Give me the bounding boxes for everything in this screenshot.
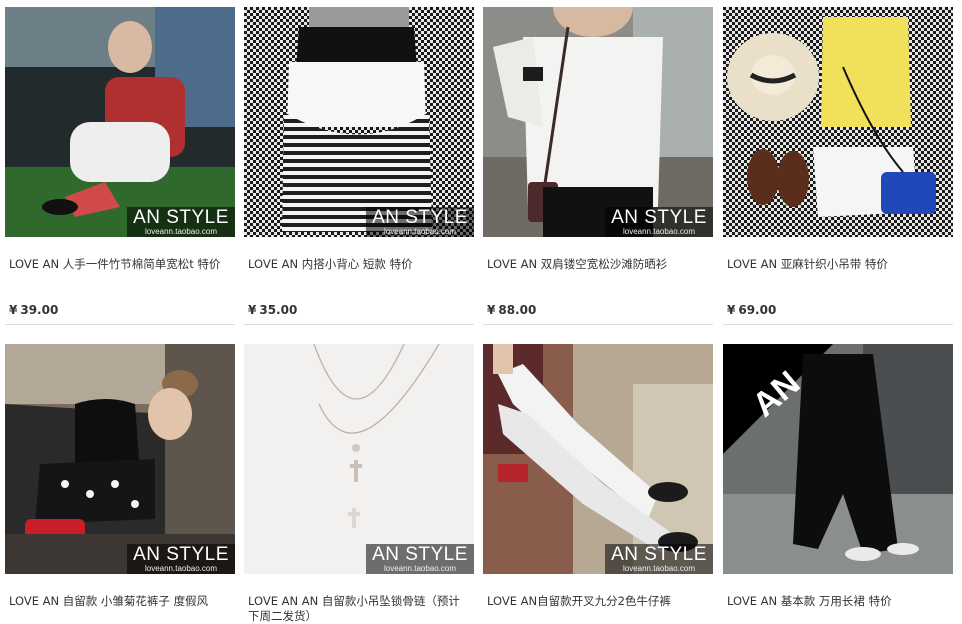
watermark-brand: AN STYLE — [372, 207, 468, 228]
product-title[interactable]: LOVE AN 人手一件竹节棉简单宽松t 特价 — [9, 257, 231, 272]
watermark: AN STYLE loveann.taobao.com — [366, 207, 474, 237]
divider — [5, 324, 235, 325]
product-image[interactable]: AN STYLE loveann.taobao.com — [483, 7, 713, 237]
product-image[interactable] — [723, 7, 953, 237]
product-title[interactable]: LOVE AN 双肩镂空宽松沙滩防晒衫 — [487, 257, 709, 272]
watermark-brand: AN STYLE — [133, 207, 229, 228]
price-value: 69.00 — [738, 303, 777, 317]
watermark: AN STYLE loveann.taobao.com — [127, 207, 235, 237]
product-image[interactable]: AN STYLE loveann.taobao.com — [5, 7, 235, 237]
product-title[interactable]: LOVE AN自留款开叉九分2色牛仔裤 — [487, 594, 709, 609]
price-value: 88.00 — [498, 303, 537, 317]
product-image[interactable]: AN STYLE loveann.taobao.com — [483, 344, 713, 574]
watermark-brand: AN STYLE — [611, 544, 707, 565]
currency-symbol: ¥ — [487, 303, 496, 317]
watermark-site: loveann.taobao.com — [144, 564, 218, 573]
watermark-site: loveann.taobao.com — [383, 227, 457, 236]
product-title[interactable]: LOVE AN 自留款 小雏菊花裤子 度假风 — [9, 594, 231, 609]
product-title[interactable]: LOVE AN 内搭小背心 短款 特价 — [248, 257, 470, 272]
product-price: ¥35.00 — [248, 303, 297, 317]
watermark: AN STYLE loveann.taobao.com — [605, 207, 713, 237]
product-image[interactable]: AN — [723, 344, 953, 574]
product-title[interactable]: LOVE AN AN 自留款小吊坠锁骨链（预计下周二发货） — [248, 594, 470, 624]
product-price: ¥69.00 — [727, 303, 776, 317]
watermark: AN STYLE loveann.taobao.com — [605, 544, 713, 574]
product-image[interactable]: AN STYLE loveann.taobao.com — [244, 344, 474, 574]
watermark-site: loveann.taobao.com — [622, 564, 696, 573]
watermark: AN STYLE loveann.taobao.com — [366, 544, 474, 574]
watermark-site: loveann.taobao.com — [383, 564, 457, 573]
currency-symbol: ¥ — [248, 303, 257, 317]
divider — [244, 324, 474, 325]
watermark: AN STYLE loveann.taobao.com — [127, 544, 235, 574]
divider — [483, 324, 713, 325]
watermark-site: loveann.taobao.com — [622, 227, 696, 236]
watermark-site: loveann.taobao.com — [144, 227, 218, 236]
price-value: 39.00 — [20, 303, 59, 317]
product-image[interactable]: AN STYLE loveann.taobao.com — [5, 344, 235, 574]
price-value: 35.00 — [259, 303, 298, 317]
watermark-brand: AN STYLE — [372, 544, 468, 565]
product-price: ¥39.00 — [9, 303, 58, 317]
watermark-brand: AN STYLE — [133, 544, 229, 565]
product-price: ¥88.00 — [487, 303, 536, 317]
product-title[interactable]: LOVE AN 亚麻针织小吊带 特价 — [727, 257, 949, 272]
product-image[interactable]: AN STYLE loveann.taobao.com — [244, 7, 474, 237]
product-title[interactable]: LOVE AN 基本款 万用长裙 特价 — [727, 594, 949, 609]
currency-symbol: ¥ — [9, 303, 18, 317]
currency-symbol: ¥ — [727, 303, 736, 317]
watermark-brand: AN STYLE — [611, 207, 707, 228]
divider — [723, 324, 953, 325]
